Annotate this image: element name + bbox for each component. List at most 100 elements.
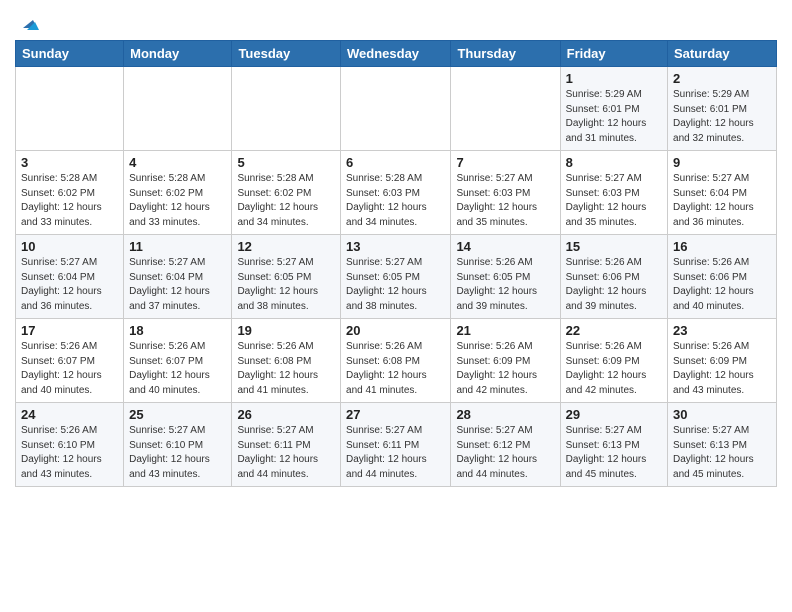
day-info: Sunrise: 5:27 AM Sunset: 6:04 PM Dayligh… — [21, 257, 102, 312]
day-info: Sunrise: 5:26 AM Sunset: 6:06 PM Dayligh… — [673, 257, 754, 312]
day-number: 21 — [456, 323, 554, 338]
day-cell: 2Sunrise: 5:29 AM Sunset: 6:01 PM Daylig… — [668, 67, 777, 151]
day-cell: 12Sunrise: 5:27 AM Sunset: 6:05 PM Dayli… — [232, 235, 341, 319]
day-cell — [451, 67, 560, 151]
day-number: 22 — [566, 323, 662, 338]
day-info: Sunrise: 5:28 AM Sunset: 6:03 PM Dayligh… — [346, 173, 427, 228]
day-info: Sunrise: 5:27 AM Sunset: 6:03 PM Dayligh… — [566, 173, 647, 228]
day-info: Sunrise: 5:27 AM Sunset: 6:11 PM Dayligh… — [237, 425, 318, 480]
day-number: 23 — [673, 323, 771, 338]
day-cell: 15 Sunrise: 5:26 AM Sunset: 6:06 PM Dayli… — [560, 235, 667, 319]
day-info: Sunrise: 5:26 AM Sunset: 6:05 PM Dayligh… — [456, 257, 537, 312]
day-info: Sunrise: 5:27 AM Sunset: 6:13 PM Dayligh… — [566, 425, 647, 480]
day-cell: 22 Sunrise: 5:26 AM Sunset: 6:09 PM Dayli… — [560, 319, 667, 403]
day-cell: 7Sunrise: 5:27 AM Sunset: 6:03 PM Daylig… — [451, 151, 560, 235]
day-cell: 1 Sunrise: 5:29 AM Sunset: 6:01 PM Daylig… — [560, 67, 667, 151]
day-number: 12 — [237, 239, 335, 254]
day-cell: 26 Sunrise: 5:27 AM Sunset: 6:11 PM Dayli… — [232, 403, 341, 487]
day-cell: 17 Sunrise: 5:26 AM Sunset: 6:07 PM Dayli… — [16, 319, 124, 403]
day-info: Sunrise: 5:27 AM Sunset: 6:13 PM Dayligh… — [673, 425, 754, 480]
day-number: 18 — [129, 323, 226, 338]
day-number: 27 — [346, 407, 445, 422]
day-info: Sunrise: 5:27 AM Sunset: 6:05 PM Dayligh… — [346, 257, 427, 312]
day-number: 17 — [21, 323, 118, 338]
day-number: 9 — [673, 155, 771, 170]
day-number: 25 — [129, 407, 226, 422]
col-header-monday: Monday — [124, 41, 232, 67]
day-cell: 10 Sunrise: 5:27 AM Sunset: 6:04 PM Dayli… — [16, 235, 124, 319]
day-number: 16 — [673, 239, 771, 254]
week-row-2: 3Sunrise: 5:28 AM Sunset: 6:02 PM Daylig… — [16, 151, 777, 235]
day-number: 19 — [237, 323, 335, 338]
day-number: 10 — [21, 239, 118, 254]
day-info: Sunrise: 5:26 AM Sunset: 6:06 PM Dayligh… — [566, 257, 647, 312]
day-number: 11 — [129, 239, 226, 254]
day-number: 4 — [129, 155, 226, 170]
day-info: Sunrise: 5:26 AM Sunset: 6:08 PM Dayligh… — [346, 341, 427, 396]
day-number: 26 — [237, 407, 335, 422]
day-number: 5 — [237, 155, 335, 170]
day-cell — [341, 67, 451, 151]
day-number: 8 — [566, 155, 662, 170]
day-info: Sunrise: 5:26 AM Sunset: 6:09 PM Dayligh… — [566, 341, 647, 396]
day-info: Sunrise: 5:27 AM Sunset: 6:04 PM Dayligh… — [129, 257, 210, 312]
day-info: Sunrise: 5:28 AM Sunset: 6:02 PM Dayligh… — [21, 173, 102, 228]
day-cell: 25 Sunrise: 5:27 AM Sunset: 6:10 PM Dayli… — [124, 403, 232, 487]
week-row-1: 1 Sunrise: 5:29 AM Sunset: 6:01 PM Daylig… — [16, 67, 777, 151]
col-header-thursday: Thursday — [451, 41, 560, 67]
day-number: 6 — [346, 155, 445, 170]
day-number: 13 — [346, 239, 445, 254]
day-info: Sunrise: 5:27 AM Sunset: 6:10 PM Dayligh… — [129, 425, 210, 480]
day-info: Sunrise: 5:26 AM Sunset: 6:09 PM Dayligh… — [673, 341, 754, 396]
day-cell — [16, 67, 124, 151]
calendar-table: SundayMondayTuesdayWednesdayThursdayFrid… — [15, 40, 777, 487]
week-row-3: 10 Sunrise: 5:27 AM Sunset: 6:04 PM Dayli… — [16, 235, 777, 319]
day-number: 29 — [566, 407, 662, 422]
day-cell: 4 Sunrise: 5:28 AM Sunset: 6:02 PM Daylig… — [124, 151, 232, 235]
day-number: 15 — [566, 239, 662, 254]
col-header-wednesday: Wednesday — [341, 41, 451, 67]
header — [15, 10, 777, 34]
day-cell: 6 Sunrise: 5:28 AM Sunset: 6:03 PM Daylig… — [341, 151, 451, 235]
day-info: Sunrise: 5:29 AM Sunset: 6:01 PM Dayligh… — [673, 89, 754, 144]
day-cell: 11 Sunrise: 5:27 AM Sunset: 6:04 PM Dayli… — [124, 235, 232, 319]
day-info: Sunrise: 5:28 AM Sunset: 6:02 PM Dayligh… — [237, 173, 318, 228]
col-header-tuesday: Tuesday — [232, 41, 341, 67]
day-number: 14 — [456, 239, 554, 254]
day-cell: 28Sunrise: 5:27 AM Sunset: 6:12 PM Dayli… — [451, 403, 560, 487]
day-cell: 13 Sunrise: 5:27 AM Sunset: 6:05 PM Dayli… — [341, 235, 451, 319]
day-info: Sunrise: 5:29 AM Sunset: 6:01 PM Dayligh… — [566, 89, 647, 144]
day-cell: 23 Sunrise: 5:26 AM Sunset: 6:09 PM Dayli… — [668, 319, 777, 403]
day-cell — [124, 67, 232, 151]
day-cell: 30Sunrise: 5:27 AM Sunset: 6:13 PM Dayli… — [668, 403, 777, 487]
week-row-4: 17 Sunrise: 5:26 AM Sunset: 6:07 PM Dayli… — [16, 319, 777, 403]
day-number: 20 — [346, 323, 445, 338]
day-cell: 14 Sunrise: 5:26 AM Sunset: 6:05 PM Dayli… — [451, 235, 560, 319]
day-info: Sunrise: 5:27 AM Sunset: 6:04 PM Dayligh… — [673, 173, 754, 228]
day-cell: 20 Sunrise: 5:26 AM Sunset: 6:08 PM Dayli… — [341, 319, 451, 403]
col-header-friday: Friday — [560, 41, 667, 67]
day-info: Sunrise: 5:26 AM Sunset: 6:08 PM Dayligh… — [237, 341, 318, 396]
day-cell: 24Sunrise: 5:26 AM Sunset: 6:10 PM Dayli… — [16, 403, 124, 487]
calendar-header-row: SundayMondayTuesdayWednesdayThursdayFrid… — [16, 41, 777, 67]
col-header-saturday: Saturday — [668, 41, 777, 67]
day-number: 28 — [456, 407, 554, 422]
day-number: 1 — [566, 71, 662, 86]
day-cell: 8 Sunrise: 5:27 AM Sunset: 6:03 PM Daylig… — [560, 151, 667, 235]
col-header-sunday: Sunday — [16, 41, 124, 67]
day-info: Sunrise: 5:26 AM Sunset: 6:07 PM Dayligh… — [21, 341, 102, 396]
day-cell: 5 Sunrise: 5:28 AM Sunset: 6:02 PM Daylig… — [232, 151, 341, 235]
day-info: Sunrise: 5:28 AM Sunset: 6:02 PM Dayligh… — [129, 173, 210, 228]
day-info: Sunrise: 5:26 AM Sunset: 6:07 PM Dayligh… — [129, 341, 210, 396]
logo-icon — [17, 12, 39, 34]
day-cell: 27Sunrise: 5:27 AM Sunset: 6:11 PM Dayli… — [341, 403, 451, 487]
day-cell: 21Sunrise: 5:26 AM Sunset: 6:09 PM Dayli… — [451, 319, 560, 403]
day-info: Sunrise: 5:26 AM Sunset: 6:10 PM Dayligh… — [21, 425, 102, 480]
day-cell: 19 Sunrise: 5:26 AM Sunset: 6:08 PM Dayli… — [232, 319, 341, 403]
day-cell: 29 Sunrise: 5:27 AM Sunset: 6:13 PM Dayli… — [560, 403, 667, 487]
week-row-5: 24Sunrise: 5:26 AM Sunset: 6:10 PM Dayli… — [16, 403, 777, 487]
day-info: Sunrise: 5:27 AM Sunset: 6:03 PM Dayligh… — [456, 173, 537, 228]
day-cell: 16 Sunrise: 5:26 AM Sunset: 6:06 PM Dayli… — [668, 235, 777, 319]
day-cell: 3Sunrise: 5:28 AM Sunset: 6:02 PM Daylig… — [16, 151, 124, 235]
day-cell: 9 Sunrise: 5:27 AM Sunset: 6:04 PM Daylig… — [668, 151, 777, 235]
